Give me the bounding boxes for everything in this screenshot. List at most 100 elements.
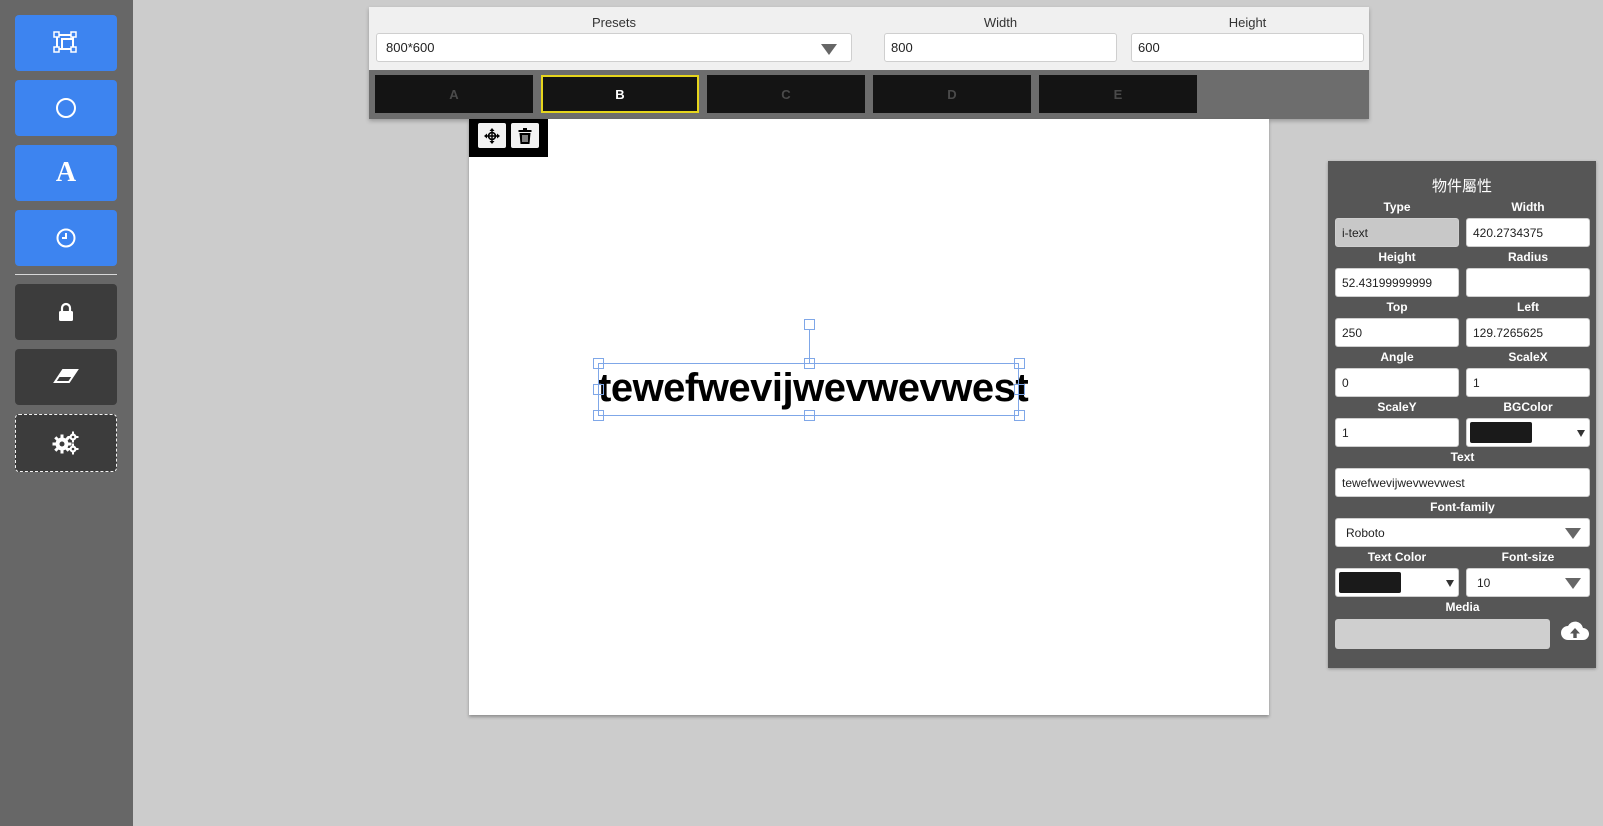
- angle-field[interactable]: 0: [1335, 368, 1459, 397]
- clock-tool-button[interactable]: [15, 210, 117, 266]
- lock-button[interactable]: [15, 284, 117, 340]
- resize-handle-top[interactable]: [804, 358, 815, 369]
- left-label: Left: [1517, 300, 1539, 314]
- clock-icon: [56, 228, 76, 248]
- text-value: tewefwevijwevwevwest: [1342, 475, 1465, 490]
- width-prop-value: 420.2734375: [1473, 225, 1544, 240]
- presets-value: 800*600: [386, 40, 435, 55]
- scalex-value: 1: [1473, 375, 1480, 390]
- tab-b[interactable]: B: [541, 75, 699, 113]
- height-field[interactable]: 52.43199999999: [1335, 268, 1459, 297]
- type-field: i-text: [1335, 218, 1459, 247]
- left-toolbar: A: [0, 0, 133, 826]
- chevron-down-icon: [1565, 578, 1581, 589]
- move-icon: [484, 127, 500, 144]
- text-tool-button[interactable]: A: [15, 145, 117, 201]
- type-value: i-text: [1342, 225, 1369, 240]
- resize-handle-right[interactable]: [1014, 384, 1025, 395]
- left-value: 129.7265625: [1473, 325, 1544, 340]
- text-color-label: Text Color: [1367, 550, 1427, 564]
- eraser-button[interactable]: [15, 349, 117, 405]
- rotation-handle[interactable]: [804, 319, 815, 330]
- top-label: Top: [1386, 300, 1408, 314]
- canvas-height-value: 600: [1138, 40, 1160, 55]
- media-field[interactable]: [1335, 619, 1550, 649]
- lock-icon: [59, 302, 73, 321]
- properties-panel: 物件屬性 Type Width i-text 420.2734375 Heigh…: [1328, 161, 1596, 668]
- tab-c[interactable]: C: [707, 75, 865, 113]
- scaley-value: 1: [1342, 425, 1349, 440]
- gears-icon: [52, 431, 79, 455]
- chevron-down-icon: [1565, 528, 1581, 539]
- sidebar-divider: [15, 274, 117, 275]
- resize-handle-bottom-right[interactable]: [1014, 410, 1025, 421]
- text-color-picker[interactable]: [1335, 568, 1459, 597]
- chevron-down-icon: [1446, 580, 1454, 587]
- settings-button[interactable]: [15, 414, 117, 472]
- resize-handle-bottom-left[interactable]: [593, 410, 604, 421]
- eraser-icon: [53, 369, 79, 383]
- height-prop-value: 52.43199999999: [1342, 275, 1433, 290]
- upload-button[interactable]: [1560, 620, 1590, 649]
- scalex-field[interactable]: 1: [1466, 368, 1590, 397]
- radius-field[interactable]: [1466, 268, 1590, 297]
- text-color-swatch: [1339, 572, 1401, 593]
- bgcolor-label: BGColor: [1503, 400, 1553, 414]
- text-tool-icon: A: [55, 157, 77, 188]
- resize-handle-bottom[interactable]: [804, 410, 815, 421]
- width-prop-label: Width: [1511, 200, 1545, 214]
- select-frame-icon: [53, 31, 77, 53]
- presets-select[interactable]: 800*600: [376, 33, 852, 62]
- select-frame-button[interactable]: [15, 15, 117, 71]
- object-toolbar: [469, 119, 548, 157]
- properties-title: 物件屬性: [1431, 178, 1492, 195]
- tab-d[interactable]: D: [873, 75, 1031, 113]
- scaley-field[interactable]: 1: [1335, 418, 1459, 447]
- text-field[interactable]: tewefwevijwevwevwest: [1335, 468, 1590, 497]
- left-field[interactable]: 129.7265625: [1466, 318, 1590, 347]
- tab-a[interactable]: A: [375, 75, 533, 113]
- bgcolor-picker[interactable]: [1466, 418, 1590, 447]
- width-label: Width: [983, 15, 1018, 30]
- canvas-width-value: 800: [891, 40, 913, 55]
- chevron-down-icon: [821, 44, 837, 55]
- cloud-upload-icon: [1561, 621, 1589, 640]
- font-size-label: Font-size: [1501, 550, 1555, 564]
- text-label: Text: [1450, 450, 1475, 464]
- top-bar: Presets 800*600 Width 800 Height 600 A B…: [369, 7, 1369, 119]
- type-label: Type: [1383, 200, 1411, 214]
- angle-value: 0: [1342, 375, 1349, 390]
- top-field[interactable]: 250: [1335, 318, 1459, 347]
- canvas-text-object[interactable]: tewefwevijwevwevwest: [598, 363, 1029, 416]
- chevron-down-icon: [1577, 430, 1585, 437]
- width-field[interactable]: 420.2734375: [1466, 218, 1590, 247]
- presets-label: Presets: [591, 15, 637, 30]
- circle-icon: [56, 98, 76, 118]
- move-button[interactable]: [478, 123, 506, 148]
- trash-icon: [518, 127, 532, 144]
- top-value: 250: [1342, 325, 1363, 340]
- page-tabs: A B C D E: [369, 70, 1369, 119]
- tab-e[interactable]: E: [1039, 75, 1197, 113]
- font-family-value: Roboto: [1346, 525, 1385, 540]
- scaley-label: ScaleY: [1377, 400, 1417, 414]
- font-family-select[interactable]: Roboto: [1335, 518, 1590, 547]
- scalex-label: ScaleX: [1508, 350, 1548, 364]
- canvas-width-input[interactable]: 800: [884, 33, 1117, 62]
- design-canvas[interactable]: [469, 119, 1269, 715]
- resize-handle-top-left[interactable]: [593, 358, 604, 369]
- radius-label: Radius: [1507, 250, 1548, 264]
- resize-handle-left[interactable]: [593, 384, 604, 395]
- height-prop-label: Height: [1378, 250, 1416, 264]
- height-label: Height: [1228, 15, 1267, 30]
- font-size-value: 10: [1477, 575, 1491, 590]
- font-size-select[interactable]: 10: [1466, 568, 1590, 597]
- delete-button[interactable]: [511, 123, 539, 148]
- circle-tool-button[interactable]: [15, 80, 117, 136]
- media-label: Media: [1445, 600, 1480, 614]
- canvas-height-input[interactable]: 600: [1131, 33, 1364, 62]
- resize-handle-top-right[interactable]: [1014, 358, 1025, 369]
- angle-label: Angle: [1380, 350, 1414, 364]
- bgcolor-swatch: [1470, 422, 1532, 443]
- font-family-label: Font-family: [1430, 500, 1495, 514]
